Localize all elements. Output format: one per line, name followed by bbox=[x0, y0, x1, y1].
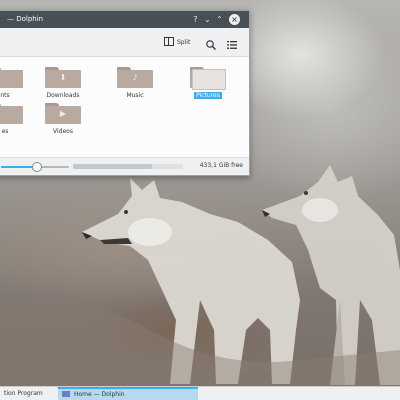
close-button[interactable]: × bbox=[229, 14, 240, 25]
zoom-slider[interactable] bbox=[1, 162, 69, 172]
free-space-fill bbox=[73, 164, 153, 169]
file-view[interactable]: nts ⬇ Downloads ♪ Music Pictures es ▶ Vi… bbox=[0, 57, 249, 158]
folder-item[interactable]: es bbox=[0, 103, 35, 135]
free-space-text: 433,1 GiB free bbox=[199, 162, 243, 169]
dolphin-app-icon bbox=[62, 390, 70, 397]
free-space-bar bbox=[73, 164, 183, 169]
window-titlebar[interactable]: — Dolphin ? ⌄ ⌃ × bbox=[0, 11, 249, 28]
taskbar-entry-label: tion Program bbox=[4, 390, 43, 397]
zoom-slider-fill bbox=[1, 166, 37, 168]
window-title: — Dolphin bbox=[7, 15, 44, 23]
split-button-label: Split bbox=[177, 39, 191, 46]
help-button[interactable]: ? bbox=[190, 14, 201, 25]
download-folder-icon: ⬇ bbox=[45, 67, 81, 89]
folder-label: es bbox=[1, 128, 9, 135]
dolphin-window: — Dolphin ? ⌄ ⌃ × Split nts ⬇ Downloads … bbox=[0, 10, 250, 176]
taskbar-entry-label: Home — Dolphin bbox=[74, 391, 125, 398]
folder-label: Downloads bbox=[46, 92, 80, 99]
toolbar: Split bbox=[0, 28, 249, 57]
folder-icon bbox=[0, 103, 23, 125]
taskbar-entry-dolphin[interactable]: Home — Dolphin bbox=[58, 387, 198, 400]
folder-label: Music bbox=[126, 92, 144, 99]
folder-item[interactable]: nts bbox=[0, 67, 35, 99]
folder-item-downloads[interactable]: ⬇ Downloads bbox=[33, 67, 93, 99]
folder-label: Pictures bbox=[194, 92, 222, 99]
folder-label: nts bbox=[0, 92, 10, 99]
search-icon bbox=[206, 40, 216, 50]
hamburger-menu-icon bbox=[227, 41, 237, 49]
search-button[interactable] bbox=[205, 36, 217, 50]
folder-item-pictures[interactable]: Pictures bbox=[178, 67, 238, 99]
taskbar: tion Program Home — Dolphin bbox=[0, 386, 400, 400]
folder-item-videos[interactable]: ▶ Videos bbox=[33, 103, 93, 135]
folder-icon bbox=[0, 67, 23, 89]
split-button[interactable]: Split bbox=[164, 37, 190, 49]
zoom-slider-handle[interactable] bbox=[32, 162, 43, 172]
minimize-button[interactable]: ⌄ bbox=[202, 14, 213, 25]
folder-label: Videos bbox=[53, 128, 73, 135]
folder-item-music[interactable]: ♪ Music bbox=[105, 67, 165, 99]
maximize-button[interactable]: ⌃ bbox=[214, 14, 225, 25]
music-folder-icon: ♪ bbox=[117, 67, 153, 89]
video-folder-icon: ▶ bbox=[45, 103, 81, 125]
taskbar-entry[interactable]: tion Program bbox=[4, 388, 43, 399]
hamburger-menu-button[interactable] bbox=[226, 36, 238, 49]
split-view-icon bbox=[164, 37, 174, 46]
status-bar: 433,1 GiB free bbox=[0, 157, 249, 175]
pictures-folder-icon bbox=[190, 67, 226, 90]
